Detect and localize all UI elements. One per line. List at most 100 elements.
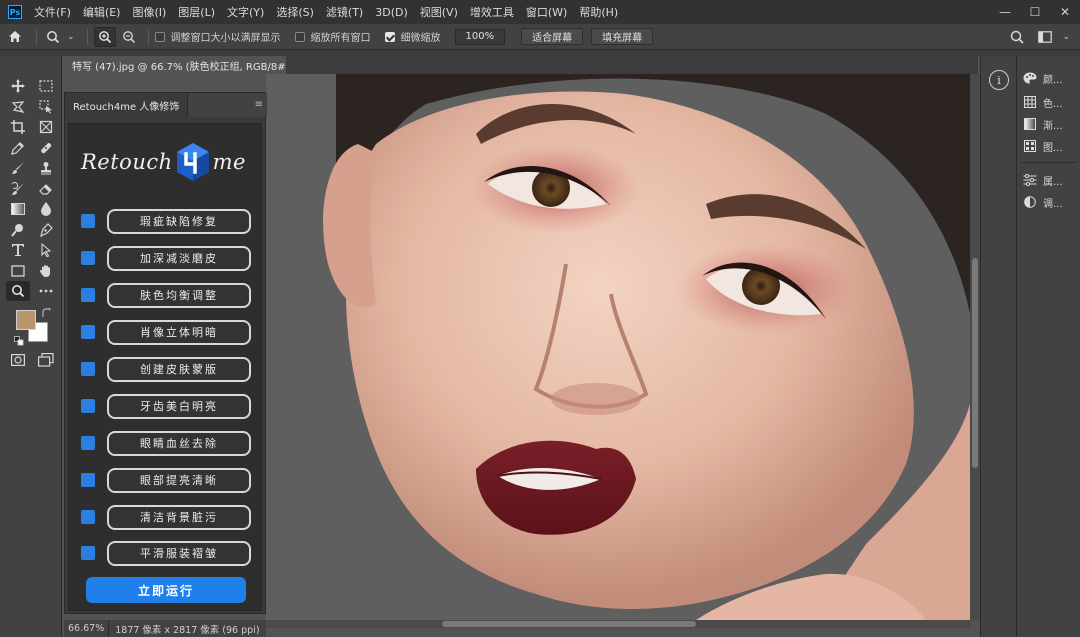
panel-patterns[interactable]: 图...	[1023, 136, 1080, 156]
search-button[interactable]	[1006, 27, 1028, 47]
chevron-down-icon[interactable]: ⌄	[1062, 32, 1070, 42]
brush-tool[interactable]	[6, 158, 30, 178]
menu-layer[interactable]: 图层(L)	[172, 4, 221, 20]
move-tool[interactable]	[6, 76, 30, 96]
plugin-option-row[interactable]: 眼部提亮清晰	[81, 467, 251, 493]
vertical-scroll-thumb[interactable]	[972, 258, 978, 468]
zoom-in-button[interactable]	[93, 26, 116, 47]
zoom-tool[interactable]	[6, 281, 30, 301]
menu-view[interactable]: 视图(V)	[414, 4, 464, 20]
plugin-option-checkbox[interactable]	[81, 399, 95, 413]
panel-color[interactable]: 颜...	[1023, 68, 1080, 88]
hand-tool[interactable]	[34, 261, 58, 281]
plugin-option-row[interactable]: 牙齿美白明亮	[81, 393, 251, 419]
plugin-option-checkbox[interactable]	[81, 473, 95, 487]
default-colors-icon[interactable]	[14, 336, 24, 346]
plugin-option-row[interactable]: 加深减淡磨皮	[81, 245, 251, 271]
plugin-option-button[interactable]: 牙齿美白明亮	[107, 393, 251, 419]
panel-gradients[interactable]: 渐...	[1023, 114, 1080, 134]
info-icon[interactable]: i	[989, 70, 1009, 90]
dodge-tool[interactable]	[6, 220, 30, 240]
menu-plugins[interactable]: 增效工具	[464, 4, 520, 20]
plugin-option-row[interactable]: 眼睛血丝去除	[81, 430, 251, 456]
healing-brush-tool[interactable]	[34, 138, 58, 158]
zoom-all-checkbox[interactable]	[294, 31, 305, 42]
plugin-option-button[interactable]: 眼部提亮清晰	[107, 467, 251, 493]
plugin-option-checkbox[interactable]	[81, 325, 95, 339]
plugin-option-checkbox[interactable]	[81, 288, 95, 302]
panel-swatches[interactable]: 色...	[1023, 92, 1080, 112]
blur-tool[interactable]	[34, 199, 58, 219]
close-window-button[interactable]: ✕	[1050, 0, 1080, 24]
screen-mode-button[interactable]	[34, 350, 58, 370]
panel-properties[interactable]: 属...	[1023, 170, 1080, 190]
menu-help[interactable]: 帮助(H)	[573, 4, 624, 20]
plugin-option-checkbox[interactable]	[81, 214, 95, 228]
more-tools[interactable]	[34, 281, 58, 301]
fill-screen-button[interactable]: 填充屏幕	[591, 28, 654, 45]
menu-type[interactable]: 文字(Y)	[221, 4, 270, 20]
plugin-option-button[interactable]: 加深减淡磨皮	[107, 245, 251, 271]
eraser-tool[interactable]	[34, 179, 58, 199]
type-tool[interactable]	[6, 240, 30, 260]
menu-3d[interactable]: 3D(D)	[369, 6, 414, 19]
plugin-option-row[interactable]: 瑕疵缺陷修复	[81, 208, 251, 234]
vertical-scrollbar[interactable]	[970, 74, 980, 620]
horizontal-scrollbar[interactable]	[266, 620, 970, 628]
panel-adjustments[interactable]: 调...	[1023, 192, 1080, 212]
run-now-button[interactable]: 立即运行	[86, 577, 246, 603]
chevron-down-icon[interactable]: ⌄	[67, 32, 75, 42]
maximize-button[interactable]: ☐	[1020, 0, 1050, 24]
path-selection-tool[interactable]	[34, 240, 58, 260]
plugin-option-row[interactable]: 清洁背景脏污	[81, 504, 251, 530]
plugin-option-button[interactable]: 创建皮肤蒙版	[107, 356, 251, 382]
plugin-option-button[interactable]: 眼睛血丝去除	[107, 430, 251, 456]
frame-tool[interactable]	[34, 117, 58, 137]
plugin-option-row[interactable]: 肤色均衡调整	[81, 282, 251, 308]
plugin-option-checkbox[interactable]	[81, 546, 95, 560]
crop-tool[interactable]	[6, 117, 30, 137]
history-brush-tool[interactable]	[6, 179, 30, 199]
retouch4me-panel-title[interactable]: Retouch4me 人像修饰	[65, 93, 189, 117]
scrubby-zoom-checkbox[interactable]	[384, 31, 395, 42]
zoom-percentage-field[interactable]: 100%	[454, 28, 506, 45]
zoom-out-button[interactable]	[118, 27, 140, 47]
minimize-button[interactable]: —	[990, 0, 1020, 24]
lasso-tool[interactable]	[6, 97, 30, 117]
foreground-color[interactable]	[16, 310, 36, 330]
menu-edit[interactable]: 编辑(E)	[77, 4, 127, 20]
zoom-tool-preset[interactable]	[43, 27, 65, 47]
menu-file[interactable]: 文件(F)	[28, 4, 77, 20]
menu-window[interactable]: 窗口(W)	[520, 4, 573, 20]
status-zoom[interactable]: 66.67%	[64, 620, 110, 637]
object-selection-tool[interactable]	[34, 97, 58, 117]
document-tab[interactable]: 特写 (47).jpg @ 66.7% (肤色校正组, RGB/8#) * ×	[64, 56, 314, 74]
eyedropper-tool[interactable]	[6, 138, 30, 158]
fit-screen-button[interactable]: 适合屏幕	[521, 28, 584, 45]
marquee-tool[interactable]	[34, 76, 58, 96]
menu-select[interactable]: 选择(S)	[270, 4, 320, 20]
plugin-option-checkbox[interactable]	[81, 436, 95, 450]
menu-filter[interactable]: 滤镜(T)	[320, 4, 369, 20]
plugin-option-row[interactable]: 平滑服装褶皱	[81, 540, 251, 566]
plugin-option-button[interactable]: 肤色均衡调整	[107, 282, 251, 308]
scrubby-zoom-option[interactable]: 细微缩放	[384, 29, 441, 44]
plugin-option-row[interactable]: 肖像立体明暗	[81, 319, 251, 345]
rectangle-tool[interactable]	[6, 261, 30, 281]
plugin-option-button[interactable]: 瑕疵缺陷修复	[107, 208, 251, 234]
clone-stamp-tool[interactable]	[34, 158, 58, 178]
plugin-option-checkbox[interactable]	[81, 251, 95, 265]
resize-windows-checkbox[interactable]	[154, 31, 165, 42]
workspace-button[interactable]	[1034, 27, 1056, 47]
quick-mask-button[interactable]	[6, 350, 30, 370]
plugin-option-button[interactable]: 肖像立体明暗	[107, 319, 251, 345]
document-canvas[interactable]	[266, 74, 970, 620]
resize-windows-option[interactable]: 调整窗口大小以满屏显示	[154, 29, 281, 44]
pen-tool[interactable]	[34, 220, 58, 240]
swap-colors-icon[interactable]	[42, 308, 52, 318]
gradient-tool[interactable]	[6, 199, 30, 219]
plugin-option-checkbox[interactable]	[81, 362, 95, 376]
menu-image[interactable]: 图像(I)	[126, 4, 172, 20]
plugin-option-button[interactable]: 平滑服装褶皱	[107, 540, 251, 566]
plugin-option-button[interactable]: 清洁背景脏污	[107, 504, 251, 530]
